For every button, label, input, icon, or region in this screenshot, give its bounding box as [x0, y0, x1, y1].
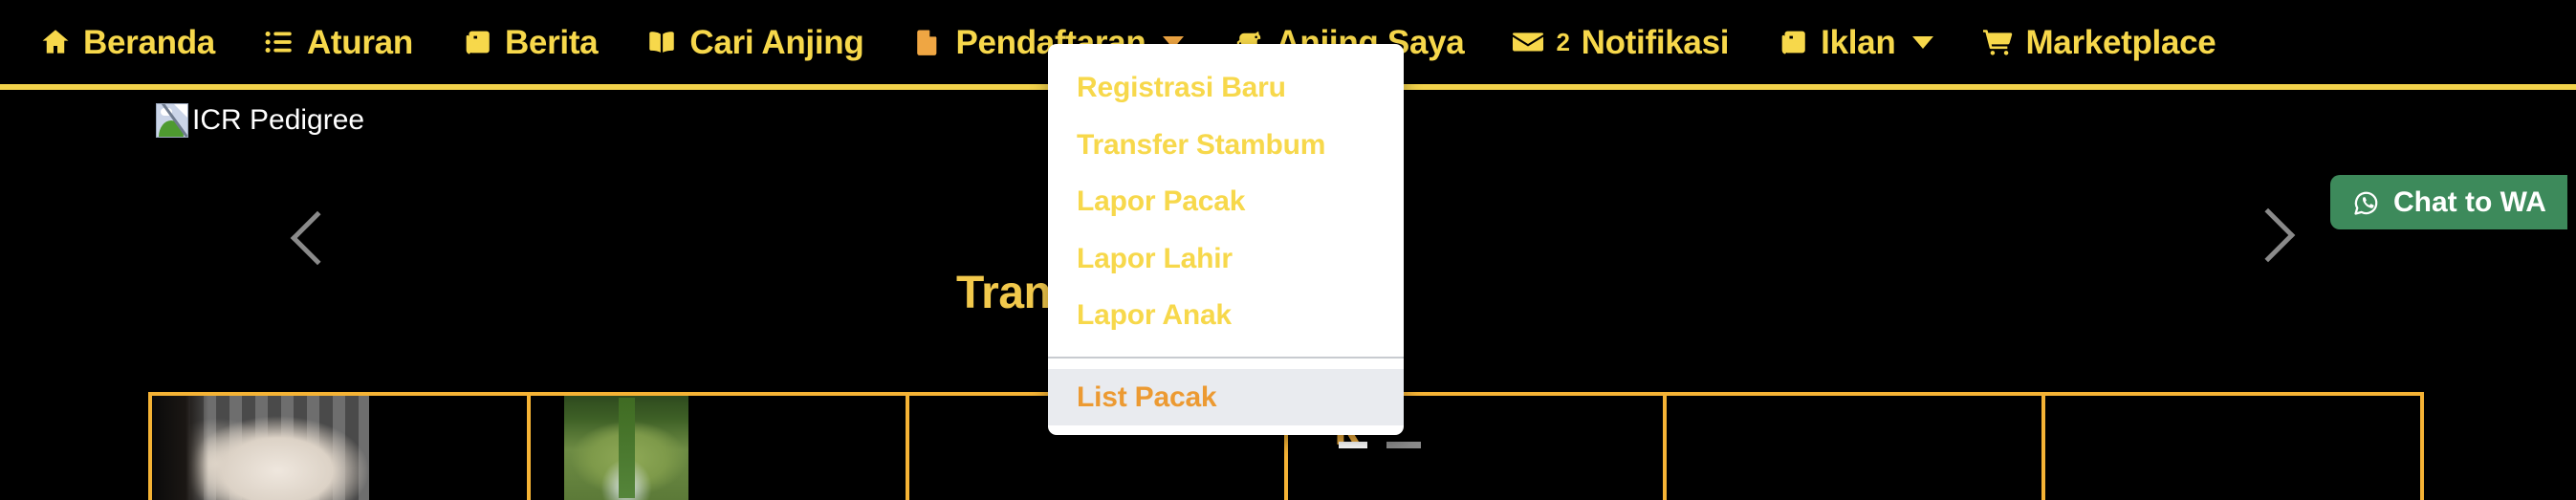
pendaftaran-dropdown-menu: Registrasi Baru Transfer Stambum Lapor P… [1048, 44, 1404, 435]
nav-label: Marketplace [2025, 23, 2216, 61]
thumbnail-item[interactable] [531, 396, 909, 500]
page-root: Beranda Aturan Berita Cari Anjing Pendaf… [0, 0, 2576, 500]
notification-count: 2 [1556, 28, 1570, 56]
chat-to-wa-button[interactable]: Chat to WA [2330, 175, 2567, 229]
whatsapp-icon [2351, 187, 2382, 218]
nav-label: Iklan [1821, 23, 1896, 61]
nav-item-notifikasi[interactable]: 2 Notifikasi [1488, 0, 1753, 84]
newspaper-icon [461, 26, 493, 58]
nav-item-aturan[interactable]: Aturan [239, 0, 437, 84]
broken-image-alt-text: ICR Pedigree [192, 104, 365, 136]
nav-item-iklan[interactable]: Iklan [1753, 0, 1957, 84]
carousel-indicator[interactable] [1386, 442, 1421, 448]
nav-item-beranda[interactable]: Beranda [15, 0, 239, 84]
dropdown-item-registrasi-baru[interactable]: Registrasi Baru [1048, 59, 1404, 117]
broken-image-placeholder: ICR Pedigree [156, 103, 364, 138]
dropdown-item-list-pacak[interactable]: List Pacak [1048, 368, 1404, 425]
nav-label: Cari Anjing [689, 23, 864, 61]
newspaper-icon [1777, 26, 1809, 58]
nav-label: Beranda [83, 23, 215, 61]
thumbnail-photo-white-dog [152, 396, 370, 500]
home-icon [39, 26, 72, 58]
thumbnail-item[interactable] [148, 396, 531, 500]
nav-item-cari-anjing[interactable]: Cari Anjing [622, 0, 887, 84]
broken-image-icon [156, 103, 188, 138]
dropdown-divider [1048, 356, 1404, 359]
carousel-indicators [1339, 442, 1421, 448]
dropdown-item-lapor-lahir[interactable]: Lapor Lahir [1048, 230, 1404, 288]
thumbnail-photo-garden [564, 396, 688, 500]
dropdown-bottom-padding [1048, 425, 1404, 435]
thumbnail-item[interactable] [1667, 396, 2045, 500]
chevron-down-icon[interactable] [1912, 35, 1934, 49]
document-icon [911, 26, 944, 58]
nav-item-berita[interactable]: Berita [437, 0, 622, 84]
thumbnail-item[interactable] [2045, 396, 2424, 500]
nav-label: Berita [504, 23, 599, 61]
nav-label: Notifikasi [1581, 23, 1730, 61]
list-icon [263, 26, 295, 58]
dropdown-item-transfer-stambum[interactable]: Transfer Stambum [1048, 117, 1404, 174]
dropdown-item-lapor-anak[interactable]: Lapor Anak [1048, 287, 1404, 344]
shopping-cart-icon [1981, 26, 2014, 58]
book-open-icon [645, 26, 678, 58]
carousel-indicator[interactable] [1339, 442, 1367, 448]
nav-item-marketplace[interactable]: Marketplace [1957, 0, 2239, 84]
nav-label: Aturan [306, 23, 413, 61]
chat-to-wa-label: Chat to WA [2393, 185, 2546, 218]
carousel-next-icon[interactable] [2240, 207, 2296, 263]
dropdown-item-lapor-pacak[interactable]: Lapor Pacak [1048, 173, 1404, 230]
envelope-icon [1512, 26, 1544, 58]
carousel-prev-icon[interactable] [290, 210, 345, 266]
